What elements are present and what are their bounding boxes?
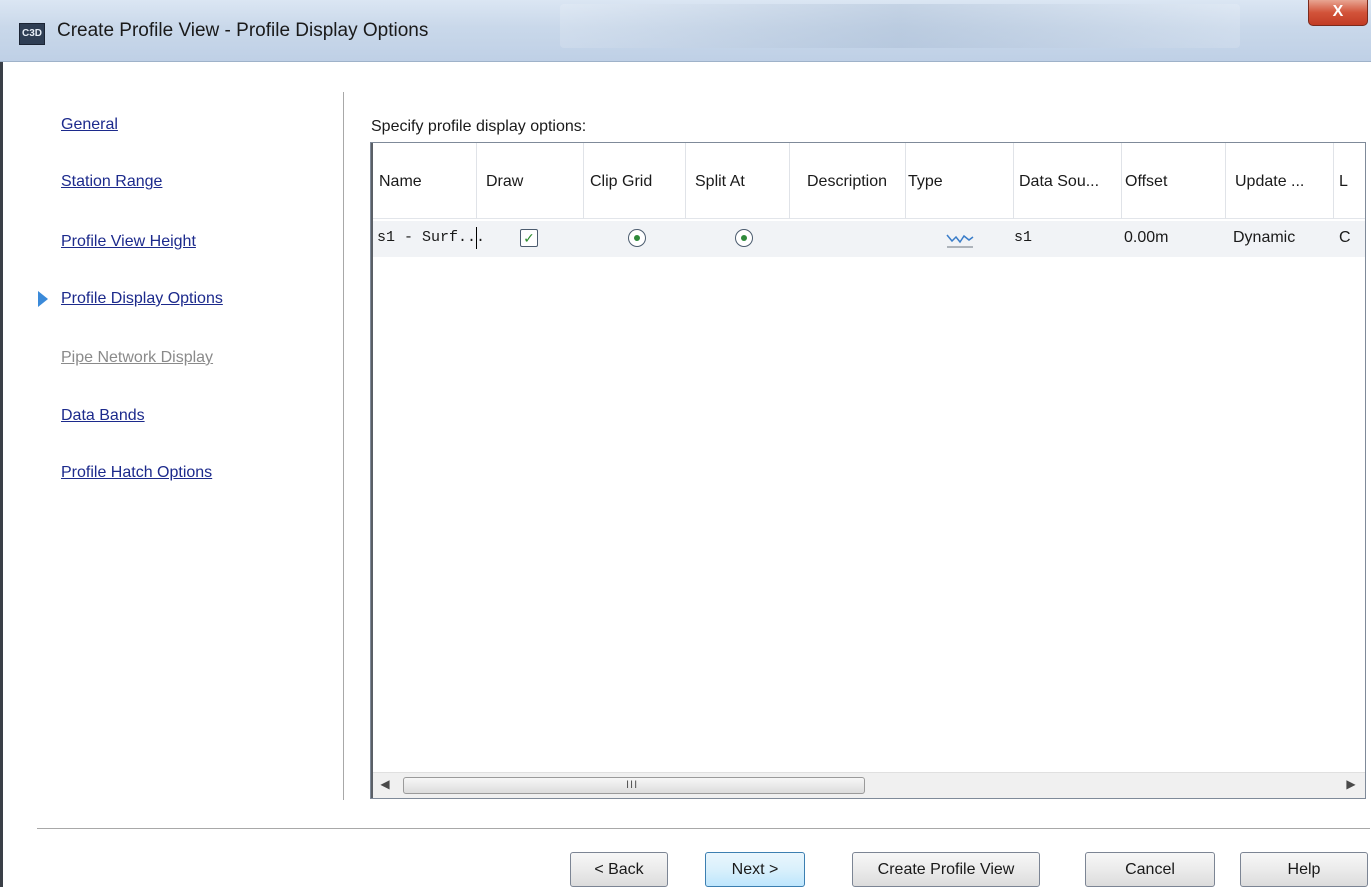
text-caret <box>476 227 477 249</box>
title-bar-background <box>560 4 1240 48</box>
cell-data-source: s1 <box>1014 229 1033 246</box>
window-title: Create Profile View - Profile Display Op… <box>57 20 429 41</box>
column-separator <box>1013 143 1014 219</box>
nav-item-station-range[interactable]: Station Range <box>61 173 162 191</box>
cell-update[interactable]: Dynamic <box>1233 229 1295 247</box>
next-button[interactable]: Next > <box>705 852 805 887</box>
footer-divider <box>37 828 1370 829</box>
cell-name[interactable]: s1 - Surf... <box>377 229 485 246</box>
scroll-thumb[interactable]: III <box>403 777 865 794</box>
nav-item-general[interactable]: General <box>61 116 118 134</box>
column-header-clip-grid[interactable]: Clip Grid <box>590 173 652 191</box>
column-separator <box>789 143 790 219</box>
back-button[interactable]: < Back <box>570 852 668 887</box>
scroll-right-icon[interactable]: ▶ <box>1343 777 1359 791</box>
current-step-arrow-icon <box>38 291 48 307</box>
create-profile-view-button[interactable]: Create Profile View <box>852 852 1040 887</box>
nav-item-data-bands[interactable]: Data Bands <box>61 407 145 425</box>
cell-offset[interactable]: 0.00m <box>1124 229 1168 247</box>
column-header-description[interactable]: Description <box>807 173 887 191</box>
column-header-offset[interactable]: Offset <box>1125 173 1167 191</box>
nav-item-pipe-network-display: Pipe Network Display <box>61 349 214 366</box>
cancel-button[interactable]: Cancel <box>1085 852 1215 887</box>
column-separator <box>583 143 584 219</box>
column-header-type[interactable]: Type <box>908 173 943 191</box>
nav-divider <box>343 92 344 800</box>
split-at-radio[interactable] <box>735 229 753 247</box>
scroll-grip: III <box>626 779 639 791</box>
help-button[interactable]: Help <box>1240 852 1368 887</box>
grid-header-row: Name Draw Clip Grid Split At Description… <box>373 143 1365 219</box>
column-header-data-source[interactable]: Data Sou... <box>1019 173 1099 191</box>
table-row[interactable]: s1 - Surf... ✓ s1 0.00m Dynamic C <box>373 221 1365 257</box>
clip-grid-radio[interactable] <box>628 229 646 247</box>
column-header-draw[interactable]: Draw <box>486 173 523 191</box>
scroll-left-icon[interactable]: ◀ <box>377 777 393 791</box>
column-separator <box>476 143 477 219</box>
close-button[interactable]: X <box>1308 0 1368 26</box>
draw-checkbox[interactable]: ✓ <box>520 229 538 247</box>
column-separator <box>685 143 686 219</box>
column-header-update[interactable]: Update ... <box>1235 173 1304 191</box>
column-header-last[interactable]: L <box>1339 173 1348 191</box>
nav-item-profile-view-height[interactable]: Profile View Height <box>61 233 196 251</box>
column-separator <box>905 143 906 219</box>
civil3d-app-icon: C3D <box>19 23 45 45</box>
column-header-name[interactable]: Name <box>379 173 422 191</box>
section-label: Specify profile display options: <box>371 118 587 135</box>
cell-last: C <box>1339 229 1351 246</box>
nav-item-profile-display-options[interactable]: Profile Display Options <box>61 290 223 308</box>
column-separator <box>1333 143 1334 219</box>
wizard-nav: General Station Range Profile View Heigh… <box>0 62 344 802</box>
column-separator <box>1121 143 1122 219</box>
surface-profile-icon <box>946 234 974 248</box>
nav-item-profile-hatch-options[interactable]: Profile Hatch Options <box>61 464 212 482</box>
profile-display-grid[interactable]: Name Draw Clip Grid Split At Description… <box>370 142 1366 799</box>
horizontal-scrollbar[interactable]: ◀ III ▶ <box>373 772 1365 798</box>
column-header-split-at[interactable]: Split At <box>695 173 745 191</box>
column-separator <box>1225 143 1226 219</box>
title-bar: C3D Create Profile View - Profile Displa… <box>0 0 1371 62</box>
